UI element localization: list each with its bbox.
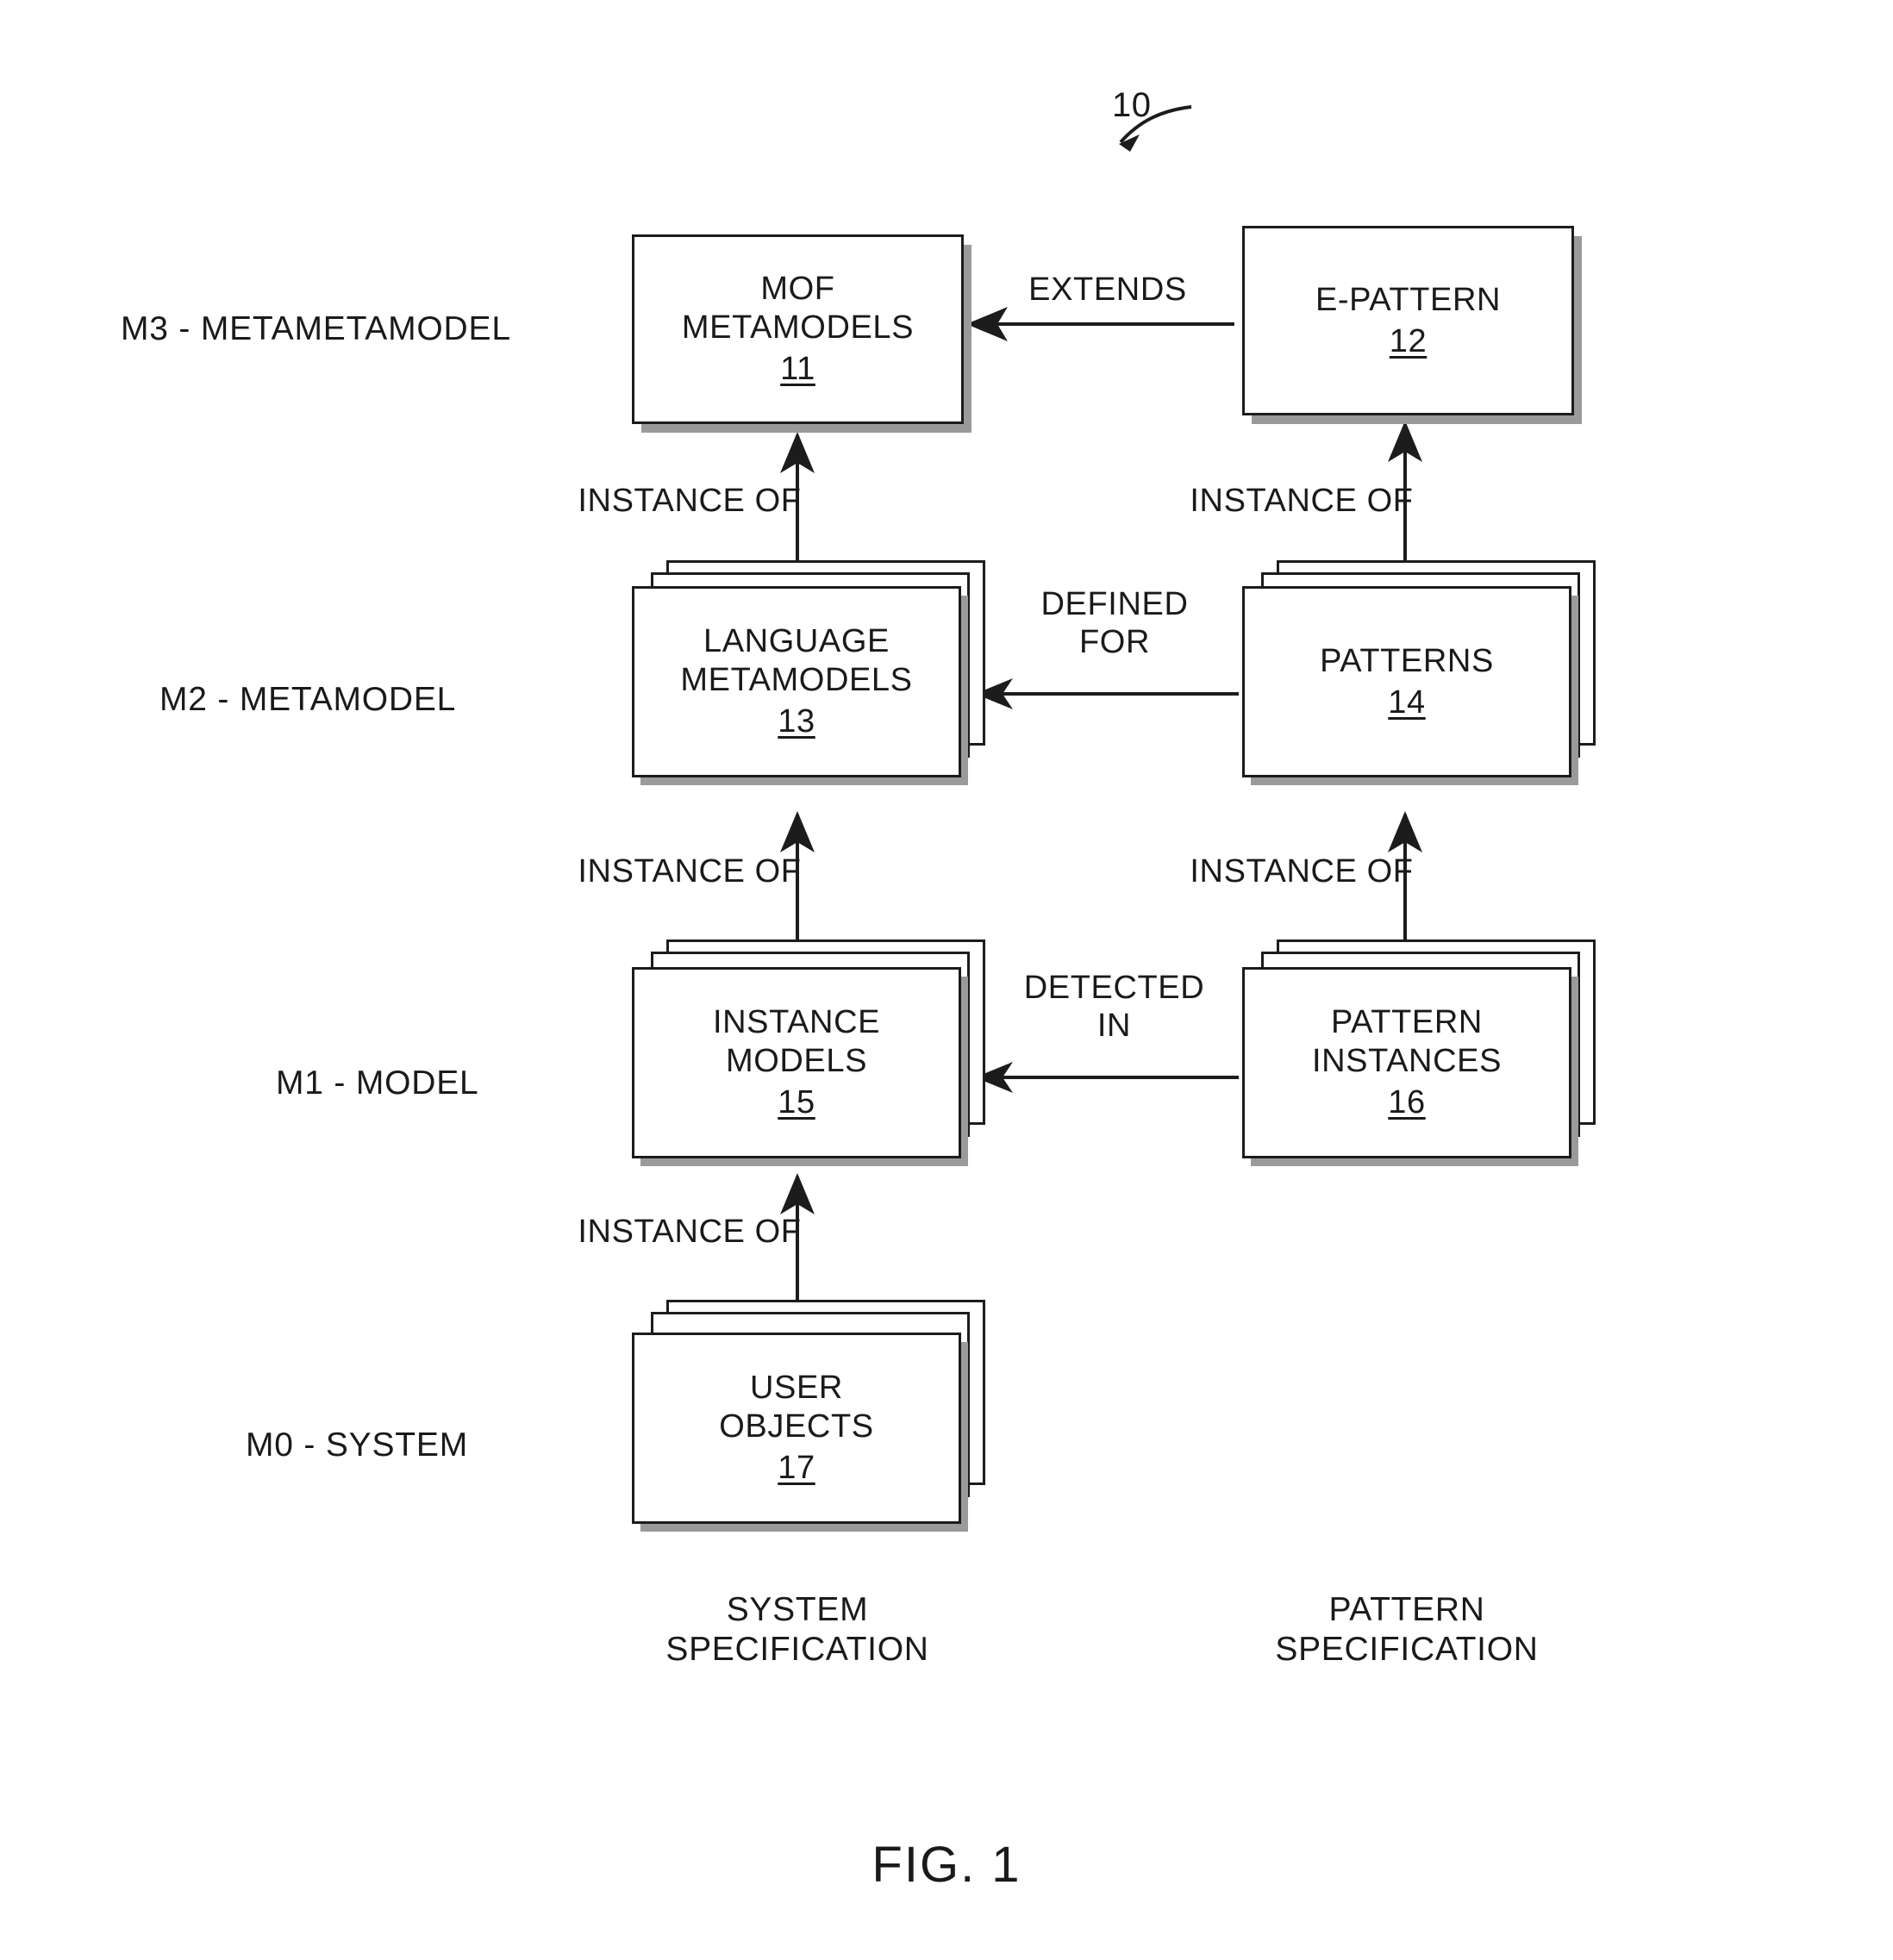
node-instance-models-line-1: INSTANCE: [712, 1004, 881, 1041]
node-user-objects-line-1: USER: [750, 1370, 843, 1407]
node-mof-metamodels-line-1: MOF: [760, 271, 835, 308]
column-caption-pattern-specification: PATTERN SPECIFICATION: [1275, 1591, 1539, 1669]
node-pattern-instances-numeral: 16: [1388, 1084, 1426, 1121]
level-label-m1: M1 - MODEL: [276, 1064, 479, 1102]
edge-label-extends: EXTENDS: [1028, 272, 1187, 308]
node-patterns-front: PATTERNS 14: [1242, 586, 1571, 777]
figure-caption: FIG. 1: [872, 1837, 1021, 1893]
node-language-metamodels-front: LANGUAGE METAMODELS 13: [632, 586, 961, 777]
node-e-pattern: E-PATTERN 12: [1242, 226, 1574, 415]
edge-label-defined-for: DEFINED FOR: [1040, 586, 1189, 660]
node-instance-models-front: INSTANCE MODELS 15: [632, 967, 961, 1158]
level-label-m2: M2 - METAMODEL: [159, 681, 457, 718]
node-pattern-instances-line-2: INSTANCES: [1311, 1042, 1503, 1079]
node-language-metamodels-line-1: LANGUAGE: [703, 623, 890, 660]
edge-label-instance-of-left-3: INSTANCE OF: [578, 1214, 802, 1250]
edge-label-instance-of-right-1: INSTANCE OF: [1190, 483, 1414, 519]
node-patterns-line-1: PATTERNS: [1320, 642, 1494, 679]
node-language-metamodels-line-2: METAMODELS: [680, 661, 913, 698]
node-mof-metamodels: MOF METAMODELS 11: [632, 234, 964, 424]
node-mof-metamodels-line-2: METAMODELS: [681, 309, 915, 346]
node-pattern-instances-front: PATTERN INSTANCES 16: [1242, 967, 1571, 1158]
node-e-pattern-numeral: 12: [1389, 323, 1428, 359]
node-instance-models-numeral: 15: [778, 1084, 815, 1121]
node-pattern-instances: PATTERN INSTANCES 16: [1242, 939, 1604, 1172]
edge-label-instance-of-right-2: INSTANCE OF: [1190, 853, 1414, 889]
level-label-m0: M0 - SYSTEM: [246, 1426, 468, 1464]
reference-numeral-10: 10: [1112, 86, 1152, 124]
edge-label-detected-in: DETECTED IN: [1023, 970, 1205, 1044]
node-pattern-instances-line-1: PATTERN: [1331, 1004, 1483, 1041]
edge-label-instance-of-left-2: INSTANCE OF: [578, 853, 802, 889]
node-user-objects: USER OBJECTS 17: [632, 1300, 994, 1541]
patent-figure: 10 M3 - METAMETAMODEL M2 - METAMODEL M1 …: [0, 0, 1893, 1960]
level-label-m3: M3 - METAMETAMODEL: [121, 310, 511, 347]
node-patterns-numeral: 14: [1388, 684, 1426, 721]
node-language-metamodels-numeral: 13: [778, 703, 815, 740]
node-e-pattern-line-1: E-PATTERN: [1315, 281, 1502, 318]
node-user-objects-front: USER OBJECTS 17: [632, 1333, 961, 1524]
node-user-objects-numeral: 17: [778, 1450, 815, 1487]
node-mof-metamodels-numeral: 11: [780, 351, 815, 388]
edge-label-instance-of-left-1: INSTANCE OF: [578, 483, 802, 519]
node-language-metamodels: LANGUAGE METAMODELS 13: [632, 560, 994, 789]
column-caption-system-specification: SYSTEM SPECIFICATION: [665, 1591, 929, 1669]
node-patterns: PATTERNS 14: [1242, 560, 1604, 789]
node-user-objects-line-2: OBJECTS: [719, 1408, 874, 1445]
node-instance-models-line-2: MODELS: [725, 1042, 868, 1079]
node-instance-models: INSTANCE MODELS 15: [632, 939, 994, 1172]
